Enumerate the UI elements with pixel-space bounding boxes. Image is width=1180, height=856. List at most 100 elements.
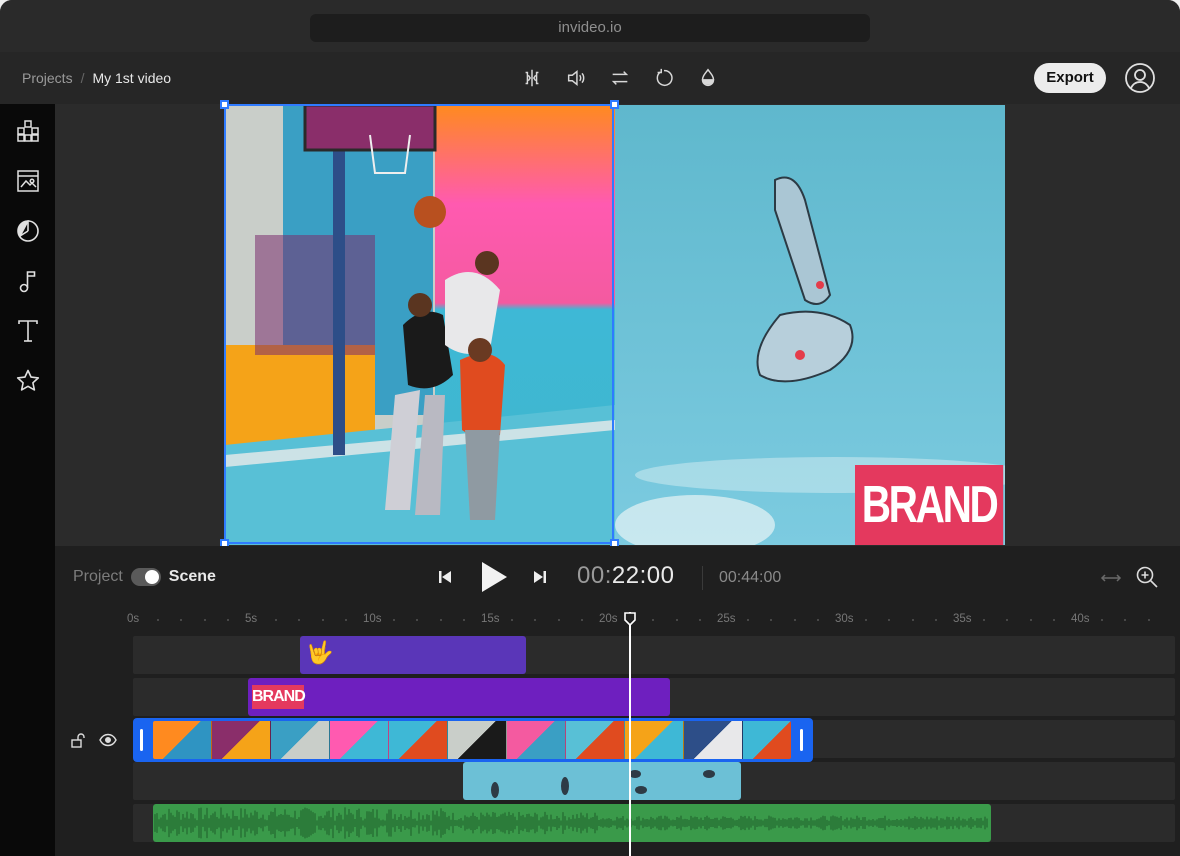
mode-switch: Project Scene — [73, 568, 216, 586]
ruler-tick — [1029, 619, 1032, 621]
resize-handle-top-right[interactable] — [610, 100, 619, 109]
ruler-label: 20s — [599, 613, 618, 625]
sidebar-item-favorites[interactable] — [13, 366, 43, 396]
ruler-tick — [1147, 619, 1150, 621]
favorites-icon — [16, 369, 40, 391]
stickers-icon — [17, 220, 39, 242]
sidebar-item-text[interactable] — [13, 316, 43, 346]
volume-icon — [567, 70, 585, 86]
ruler-tick — [1124, 619, 1127, 621]
sidebar-item-stickers[interactable] — [13, 216, 43, 246]
ruler-tick — [581, 619, 584, 621]
clip-toolbar — [510, 64, 730, 92]
ruler-tick — [1006, 619, 1009, 621]
mode-scene-label[interactable]: Scene — [169, 568, 216, 586]
split-icon — [525, 69, 539, 87]
ruler-tick — [911, 619, 914, 621]
editor-header: Projects / My 1st video Export — [0, 52, 1180, 104]
filmstrip-frame — [507, 721, 566, 759]
broll-thumbnails — [491, 770, 715, 798]
skip-back-icon — [439, 571, 451, 583]
sidebar-item-music[interactable] — [13, 266, 43, 296]
zoom-in-icon[interactable] — [1135, 565, 1159, 589]
rotate-icon — [656, 68, 673, 87]
filmstrip-frame — [271, 721, 330, 759]
trim-handle-left[interactable] — [140, 729, 143, 751]
swap-button[interactable] — [598, 64, 642, 92]
ruler-tick — [652, 619, 655, 621]
resize-handle-top-left[interactable] — [220, 100, 229, 109]
audio-clip[interactable] — [153, 804, 991, 842]
play-button[interactable] — [473, 558, 513, 596]
ruler-tick — [203, 619, 206, 621]
volume-button[interactable] — [554, 64, 598, 92]
ruler-tick — [699, 619, 702, 621]
brand-logo-overlay[interactable]: BRAND — [855, 465, 1004, 545]
ruler-tick — [227, 619, 230, 621]
split-button[interactable] — [510, 64, 554, 92]
ruler-tick — [864, 619, 867, 621]
ruler-label: 35s — [953, 613, 972, 625]
logo-clip[interactable]: BRAND — [248, 678, 670, 716]
ruler-tick — [298, 619, 301, 621]
ruler-tick — [746, 619, 749, 621]
ruler-tick — [274, 619, 277, 621]
breadcrumb-separator: / — [80, 70, 85, 86]
play-icon — [482, 562, 507, 592]
next-button[interactable] — [525, 562, 555, 592]
unlock-icon[interactable] — [70, 732, 86, 748]
sidebar-item-templates[interactable] — [13, 116, 43, 146]
opacity-icon — [701, 68, 715, 86]
current-time-main: 22:00 — [611, 562, 675, 589]
ruler-tick — [982, 619, 985, 621]
trim-handle-right[interactable] — [800, 729, 803, 751]
text-icon — [18, 320, 38, 342]
templates-icon — [17, 120, 39, 142]
skip-forward-icon — [534, 571, 546, 583]
ruler-tick — [345, 619, 348, 621]
ruler-tick — [156, 619, 159, 621]
track-stickers — [133, 636, 1175, 674]
filmstrip-frame — [330, 721, 389, 759]
ruler-label: 5s — [245, 613, 258, 625]
swap-icon — [611, 71, 629, 85]
time-ruler[interactable]: 0s 5s 10s 15s 20s 25s 30s 35s 40s — [55, 608, 1180, 632]
export-button[interactable]: Export — [1034, 63, 1106, 93]
ruler-label: 10s — [363, 613, 382, 625]
broll-clip[interactable] — [463, 762, 741, 800]
main-video-clip[interactable] — [133, 718, 813, 762]
address-bar[interactable]: invideo.io — [310, 14, 870, 42]
filmstrip — [153, 721, 791, 759]
scene-frame-basketball[interactable] — [225, 105, 615, 545]
audio-waveform — [154, 807, 988, 839]
opacity-button[interactable] — [686, 64, 730, 92]
breadcrumb-projects[interactable]: Projects — [22, 70, 73, 86]
ruler-tick — [817, 619, 820, 621]
ruler-tick — [321, 619, 324, 621]
eye-icon[interactable] — [99, 732, 117, 748]
playhead[interactable] — [629, 612, 631, 856]
timeline-panel: 0s 5s 10s 15s 20s 25s 30s 35s 40s 🤟 BRAND — [55, 608, 1180, 856]
filmstrip-frame — [389, 721, 448, 759]
project-title[interactable]: My 1st video — [92, 70, 171, 86]
rotate-button[interactable] — [642, 64, 686, 92]
ruler-tick — [793, 619, 796, 621]
sticker-thumbnail: 🤟 — [306, 640, 334, 665]
sidebar-item-media[interactable] — [13, 166, 43, 196]
fit-timeline-icon[interactable] — [1100, 567, 1122, 589]
mode-project-label[interactable]: Project — [73, 568, 123, 586]
current-time: 00:22:00 — [577, 562, 674, 590]
mode-toggle[interactable] — [130, 568, 161, 586]
playhead-handle[interactable] — [623, 612, 637, 626]
previous-button[interactable] — [430, 562, 460, 592]
breadcrumb: Projects / My 1st video — [22, 52, 171, 104]
browser-chrome: invideo.io — [0, 0, 1180, 52]
ruler-tick — [1100, 619, 1103, 621]
logo-clip-thumbnail: BRAND — [252, 685, 306, 709]
account-icon[interactable] — [1124, 62, 1156, 94]
media-icon — [17, 170, 39, 192]
filmstrip-frame — [684, 721, 743, 759]
music-icon — [19, 271, 36, 293]
filmstrip-frame — [448, 721, 507, 759]
sticker-clip[interactable]: 🤟 — [300, 636, 526, 674]
